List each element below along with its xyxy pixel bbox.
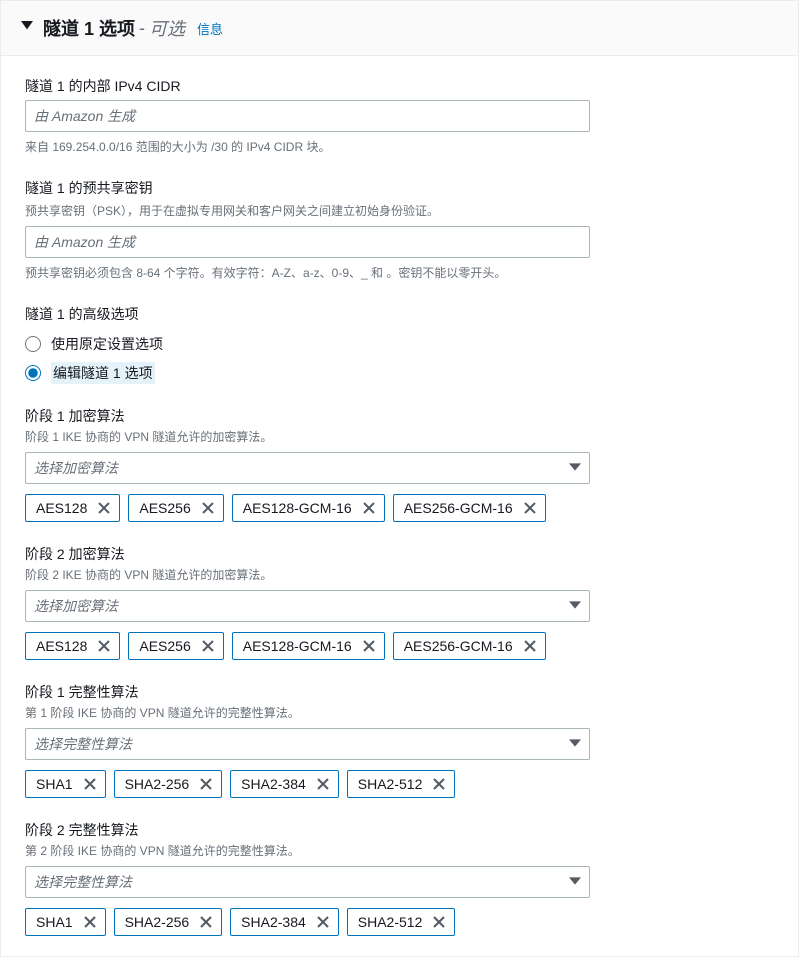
ipv4-cidr-input[interactable] [25, 100, 590, 132]
close-icon[interactable] [201, 501, 215, 515]
close-icon[interactable] [199, 915, 213, 929]
tag-item: AES256 [128, 632, 223, 660]
tag-item: SHA2-256 [114, 770, 223, 798]
tag-item: SHA2-512 [347, 908, 456, 936]
psk-desc: 预共享密钥（PSK），用于在虚拟专用网关和客户网关之间建立初始身份验证。 [25, 202, 774, 220]
tag-label: SHA2-256 [125, 776, 190, 792]
psk-label: 隧道 1 的预共享密钥 [25, 178, 774, 198]
close-icon[interactable] [83, 915, 97, 929]
phase1-enc-label: 阶段 1 加密算法 [25, 406, 774, 426]
tag-item: AES256-GCM-16 [393, 632, 546, 660]
tag-label: SHA2-512 [358, 914, 423, 930]
close-icon[interactable] [83, 777, 97, 791]
tag-item: AES128 [25, 494, 120, 522]
field-psk: 隧道 1 的预共享密钥 预共享密钥（PSK），用于在虚拟专用网关和客户网关之间建… [25, 178, 774, 282]
close-icon[interactable] [523, 639, 537, 653]
field-phase1-enc: 阶段 1 加密算法 阶段 1 IKE 协商的 VPN 隧道允许的加密算法。 选择… [25, 406, 774, 522]
tag-item: SHA2-256 [114, 908, 223, 936]
phase2-enc-placeholder: 选择加密算法 [34, 596, 118, 616]
close-icon[interactable] [97, 639, 111, 653]
chevron-down-icon [569, 460, 581, 476]
tag-label: AES256-GCM-16 [404, 638, 513, 654]
tag-item: SHA1 [25, 908, 106, 936]
phase2-int-label: 阶段 2 完整性算法 [25, 820, 774, 840]
phase1-int-placeholder: 选择完整性算法 [34, 734, 132, 754]
phase2-int-desc: 第 2 阶段 IKE 协商的 VPN 隧道允许的完整性算法。 [25, 842, 774, 860]
phase2-enc-tags: AES128 AES256 AES128-GCM-16 AES256-GCM-16 [25, 632, 774, 660]
tag-label: SHA2-512 [358, 776, 423, 792]
phase1-int-label: 阶段 1 完整性算法 [25, 682, 774, 702]
tag-item: SHA2-384 [230, 908, 339, 936]
close-icon[interactable] [316, 777, 330, 791]
chevron-down-icon [569, 598, 581, 614]
tag-label: AES128-GCM-16 [243, 500, 352, 516]
tag-item: AES128-GCM-16 [232, 632, 385, 660]
phase1-int-tags: SHA1 SHA2-256 SHA2-384 SHA2-512 [25, 770, 774, 798]
phase1-enc-tags: AES128 AES256 AES128-GCM-16 AES256-GCM-16 [25, 494, 774, 522]
close-icon[interactable] [432, 915, 446, 929]
tag-label: AES256 [139, 638, 190, 654]
psk-input[interactable] [25, 226, 590, 258]
tag-item: AES256-GCM-16 [393, 494, 546, 522]
close-icon[interactable] [362, 501, 376, 515]
tag-label: SHA1 [36, 914, 73, 930]
field-phase2-enc: 阶段 2 加密算法 阶段 2 IKE 协商的 VPN 隧道允许的加密算法。 选择… [25, 544, 774, 660]
close-icon[interactable] [199, 777, 213, 791]
tag-label: AES128 [36, 638, 87, 654]
phase2-enc-desc: 阶段 2 IKE 协商的 VPN 隧道允许的加密算法。 [25, 566, 774, 584]
radio-default-input[interactable] [25, 336, 41, 352]
close-icon[interactable] [201, 639, 215, 653]
close-icon[interactable] [97, 501, 111, 515]
tag-item: AES128-GCM-16 [232, 494, 385, 522]
radio-edit-option[interactable]: 编辑隧道 1 选项 [25, 362, 774, 384]
phase2-int-select[interactable]: 选择完整性算法 [25, 866, 590, 898]
panel-title: 隧道 1 选项 [43, 15, 135, 41]
tag-label: AES256-GCM-16 [404, 500, 513, 516]
close-icon[interactable] [523, 501, 537, 515]
close-icon[interactable] [362, 639, 376, 653]
tag-label: AES128 [36, 500, 87, 516]
field-phase1-int: 阶段 1 完整性算法 第 1 阶段 IKE 协商的 VPN 隧道允许的完整性算法… [25, 682, 774, 798]
phase1-enc-desc: 阶段 1 IKE 协商的 VPN 隧道允许的加密算法。 [25, 428, 774, 446]
close-icon[interactable] [432, 777, 446, 791]
phase2-int-placeholder: 选择完整性算法 [34, 872, 132, 892]
advanced-label: 隧道 1 的高级选项 [25, 304, 774, 324]
tag-label: AES128-GCM-16 [243, 638, 352, 654]
tag-label: SHA2-384 [241, 776, 306, 792]
chevron-down-icon [569, 874, 581, 890]
psk-help: 预共享密钥必须包含 8-64 个字符。有效字符：A-Z、a-z、0-9、_ 和 … [25, 264, 774, 282]
tag-label: SHA2-256 [125, 914, 190, 930]
radio-edit-input[interactable] [25, 365, 41, 381]
radio-default-option[interactable]: 使用原定设置选项 [25, 334, 774, 354]
collapse-caret-icon[interactable] [21, 20, 33, 36]
tag-item: SHA1 [25, 770, 106, 798]
panel-subtitle: 可选 [149, 15, 185, 41]
radio-default-label: 使用原定设置选项 [51, 334, 163, 354]
phase2-enc-label: 阶段 2 加密算法 [25, 544, 774, 564]
ipv4-cidr-help: 来自 169.254.0.0/16 范围的大小为 /30 的 IPv4 CIDR… [25, 138, 774, 156]
close-icon[interactable] [316, 915, 330, 929]
phase1-int-desc: 第 1 阶段 IKE 协商的 VPN 隧道允许的完整性算法。 [25, 704, 774, 722]
field-ipv4-cidr: 隧道 1 的内部 IPv4 CIDR 来自 169.254.0.0/16 范围的… [25, 76, 774, 156]
tag-item: SHA2-512 [347, 770, 456, 798]
phase1-enc-placeholder: 选择加密算法 [34, 458, 118, 478]
ipv4-cidr-label: 隧道 1 的内部 IPv4 CIDR [25, 76, 774, 96]
tag-item: SHA2-384 [230, 770, 339, 798]
tag-label: SHA1 [36, 776, 73, 792]
panel-header[interactable]: 隧道 1 选项 - 可选 信息 [1, 1, 798, 56]
tag-item: AES256 [128, 494, 223, 522]
tag-label: AES256 [139, 500, 190, 516]
phase2-enc-select[interactable]: 选择加密算法 [25, 590, 590, 622]
phase1-enc-select[interactable]: 选择加密算法 [25, 452, 590, 484]
panel-separator: - [139, 18, 145, 39]
tag-item: AES128 [25, 632, 120, 660]
tag-label: SHA2-384 [241, 914, 306, 930]
radio-edit-label: 编辑隧道 1 选项 [51, 362, 155, 384]
chevron-down-icon [569, 736, 581, 752]
field-advanced: 隧道 1 的高级选项 使用原定设置选项 编辑隧道 1 选项 [25, 304, 774, 384]
phase1-int-select[interactable]: 选择完整性算法 [25, 728, 590, 760]
field-phase2-int: 阶段 2 完整性算法 第 2 阶段 IKE 协商的 VPN 隧道允许的完整性算法… [25, 820, 774, 936]
info-link[interactable]: 信息 [197, 19, 223, 38]
phase2-int-tags: SHA1 SHA2-256 SHA2-384 SHA2-512 [25, 908, 774, 936]
